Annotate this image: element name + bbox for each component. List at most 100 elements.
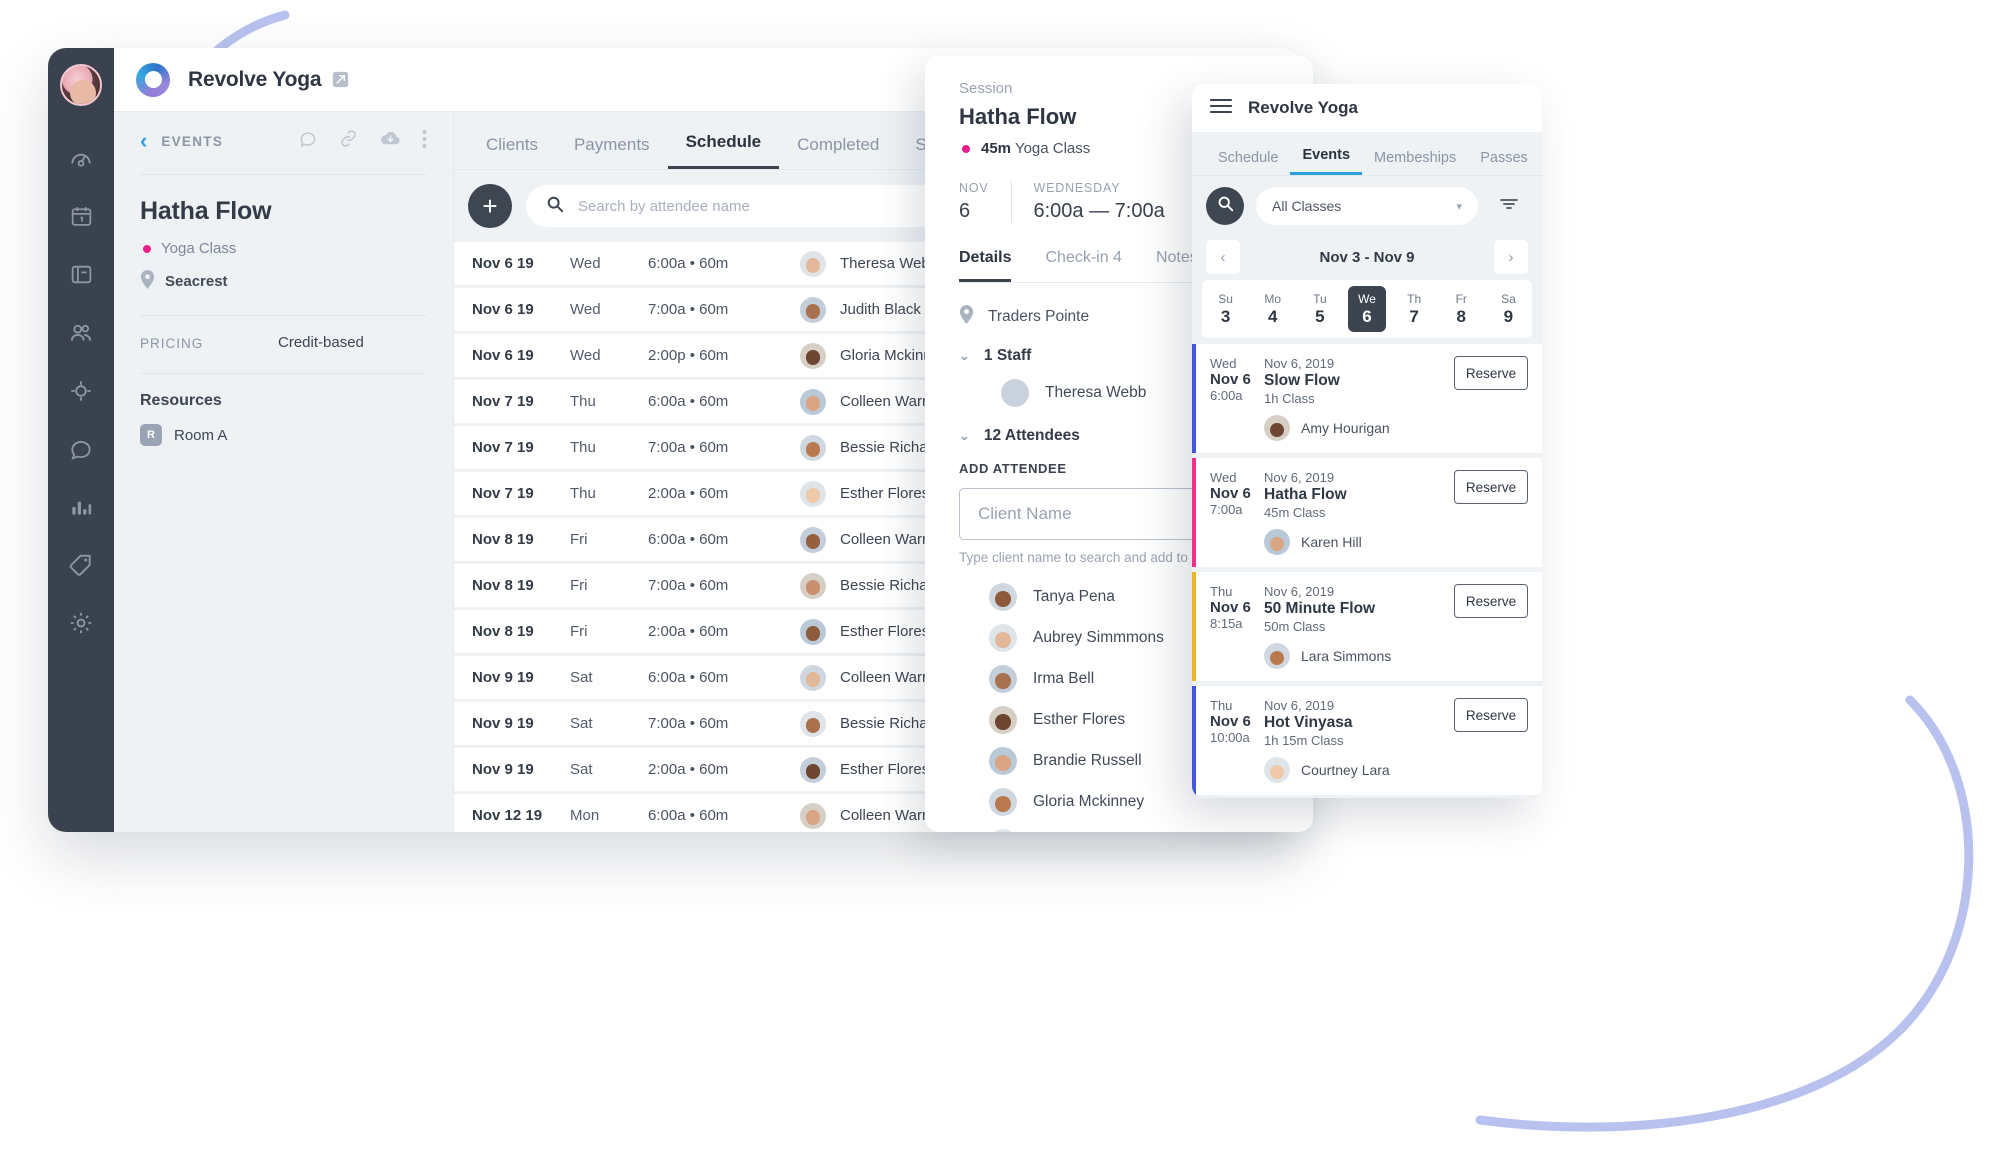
resource-item[interactable]: R Room A	[140, 424, 427, 446]
row-time: 2:00a • 60m	[648, 761, 729, 778]
row-person: Colleen Warren	[800, 526, 944, 553]
list-item[interactable]: Courtney Nguyen	[989, 829, 1279, 832]
tab-passes[interactable]: Passes	[1468, 150, 1540, 175]
class-date-long: Nov 6, 2019	[1264, 584, 1335, 599]
class-card[interactable]: Wed Nov 6 6:00a Nov 6, 2019 Slow Flow 1h Clas…	[1192, 344, 1542, 453]
tab-clients[interactable]: Clients	[468, 135, 556, 169]
class-card[interactable]: Thu Nov 6 10:00a Nov 6, 2019 Hot Vinyasa 1h 1…	[1192, 686, 1542, 795]
sidebar-item-settings[interactable]	[48, 596, 114, 654]
search-input[interactable]	[578, 197, 926, 215]
row-day: Mon	[570, 807, 600, 824]
mobile-search-button[interactable]	[1206, 187, 1244, 225]
mobile-app-preview: Revolve Yoga Schedule Events Membeships …	[1192, 84, 1542, 798]
tab-payments[interactable]: Payments	[556, 135, 668, 169]
class-teacher: Amy Hourigan	[1264, 415, 1454, 441]
avatar	[1001, 379, 1029, 407]
day-number: 3	[1220, 306, 1231, 326]
next-week-button[interactable]: ›	[1494, 240, 1528, 274]
row-person: Judith Black	[800, 296, 921, 323]
row-person: Esther Flores	[800, 480, 929, 507]
class-duration: 45m Class	[1264, 505, 1326, 520]
tab-memberships[interactable]: Membeships	[1362, 150, 1468, 175]
day-of-week: Su	[1218, 291, 1233, 306]
tab-schedule[interactable]: Schedule	[667, 132, 780, 169]
tab-completed[interactable]: Completed	[779, 135, 897, 169]
class-card[interactable]: Thu Nov 6 8:15a Nov 6, 2019 50 Minute Flow 50…	[1192, 572, 1542, 681]
breadcrumb-events[interactable]: EVENTS	[161, 134, 223, 149]
row-day: Thu	[570, 485, 596, 502]
prev-week-button[interactable]: ‹	[1206, 240, 1240, 274]
attendee-name: Gloria Mckinney	[1033, 793, 1145, 810]
chat-icon[interactable]	[298, 129, 318, 154]
day-picker-item[interactable]: Su 3	[1207, 286, 1245, 332]
link-icon[interactable]	[338, 128, 359, 154]
row-day: Sat	[570, 715, 593, 732]
people-icon	[68, 320, 94, 351]
day-of-week: Sa	[1501, 291, 1516, 306]
class-dow: Thu	[1210, 698, 1233, 713]
row-person: Colleen Warren	[800, 388, 944, 415]
class-duration: 50m Class	[1264, 619, 1326, 634]
tab-events[interactable]: Events	[1290, 147, 1363, 175]
class-info: Nov 6, 2019 50 Minute Flow 50m Class Lara S…	[1264, 584, 1454, 669]
resources-heading: Resources	[140, 392, 222, 409]
row-day: Sat	[570, 669, 593, 686]
sidebar-item-analytics[interactable]	[48, 480, 114, 538]
sidebar-item-reports[interactable]	[48, 248, 114, 306]
row-date: Nov 6 19	[472, 301, 534, 318]
filter-button[interactable]	[1490, 187, 1528, 225]
class-card[interactable]: Wed Nov 6 7:00a Nov 6, 2019 Hatha Flow 45m Cl…	[1192, 458, 1542, 567]
avatar	[989, 624, 1017, 652]
sidebar-item-clients[interactable]	[48, 306, 114, 364]
reserve-button[interactable]: Reserve	[1454, 698, 1528, 732]
day-of-week: We	[1358, 291, 1376, 306]
avatar[interactable]	[60, 64, 102, 106]
divider	[140, 373, 427, 374]
sidebar-item-marketing[interactable]	[48, 364, 114, 422]
day-picker-item[interactable]: Tu 5	[1301, 286, 1339, 332]
day-picker-item[interactable]: Mo 4	[1254, 286, 1292, 332]
chevron-down-icon: ▾	[1456, 200, 1462, 213]
chevron-down-icon: ⌄	[959, 428, 970, 443]
class-filter-select[interactable]: All Classes ▾	[1256, 187, 1478, 225]
back-chevron-icon[interactable]: ‹	[140, 130, 147, 152]
cloud-download-icon[interactable]	[379, 127, 402, 155]
day-picker-item[interactable]: Th 7	[1395, 286, 1433, 332]
tab-schedule[interactable]: Schedule	[1206, 150, 1290, 175]
search-icon	[546, 195, 564, 218]
class-teacher-name: Lara Simmons	[1301, 648, 1392, 664]
day-picker-item[interactable]: We 6	[1347, 286, 1386, 332]
sidebar-item-calendar[interactable]	[48, 190, 114, 248]
reserve-button[interactable]: Reserve	[1454, 470, 1528, 504]
search-bar[interactable]	[526, 185, 946, 227]
day-picker-item[interactable]: Sa 9	[1489, 286, 1527, 332]
day-picker-item[interactable]: Fr 8	[1442, 286, 1480, 332]
row-day: Wed	[570, 301, 601, 318]
attendee-name: Esther Flores	[1033, 711, 1126, 728]
add-session-button[interactable]: +	[468, 184, 512, 228]
class-time: 8:15a	[1210, 616, 1243, 631]
row-date: Nov 8 19	[472, 577, 534, 594]
session-date-block: NOV 6	[959, 181, 1011, 223]
more-vertical-icon[interactable]	[422, 129, 427, 154]
category-color-dot	[143, 244, 151, 253]
class-when: Wed Nov 6 7:00a	[1192, 470, 1264, 555]
class-time: 10:00a	[1210, 730, 1250, 745]
sidebar-item-messages[interactable]	[48, 422, 114, 480]
day-number: 8	[1456, 306, 1466, 326]
sidebar-item-dashboard[interactable]	[48, 132, 114, 190]
class-accent-bar	[1192, 572, 1196, 681]
reserve-button[interactable]: Reserve	[1454, 356, 1528, 390]
class-accent-bar	[1192, 686, 1196, 795]
tab-details[interactable]: Details	[959, 249, 1012, 282]
event-category-label: Yoga Class	[161, 240, 237, 257]
session-duration: 45m	[981, 140, 1012, 157]
external-link-icon[interactable]	[332, 71, 349, 88]
reserve-button[interactable]: Reserve	[1454, 584, 1528, 618]
book-icon	[69, 262, 94, 292]
tab-checkin[interactable]: Check-in 4	[1045, 249, 1121, 282]
hamburger-icon[interactable]	[1209, 98, 1233, 119]
row-time: 2:00a • 60m	[648, 485, 729, 502]
sidebar-item-pricing[interactable]	[48, 538, 114, 596]
row-day: Thu	[570, 439, 596, 456]
